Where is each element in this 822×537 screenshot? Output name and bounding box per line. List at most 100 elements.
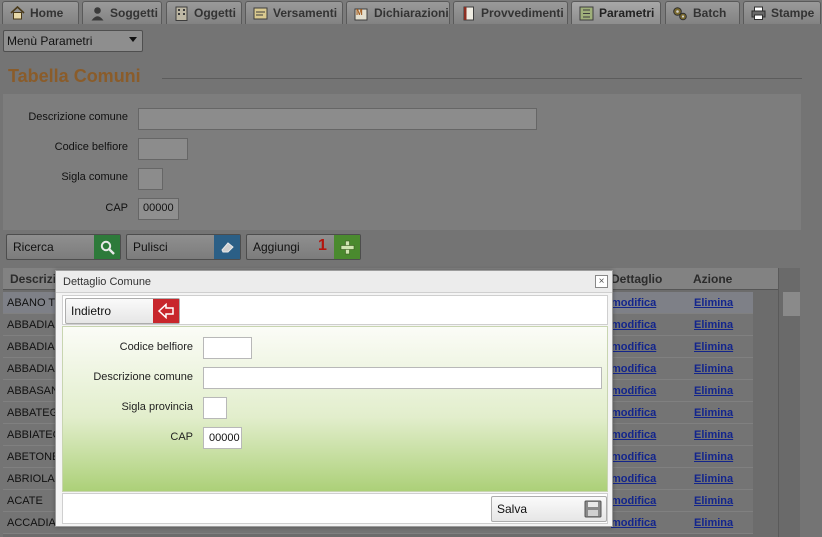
- elimina-link[interactable]: Elimina: [694, 363, 733, 375]
- book-icon: [460, 5, 476, 21]
- cap-input[interactable]: 00000: [138, 198, 179, 220]
- sigla-provincia-input[interactable]: [203, 397, 227, 419]
- elimina-link[interactable]: Elimina: [694, 385, 733, 397]
- tab-soggetti[interactable]: Soggetti: [82, 1, 162, 24]
- salva-button[interactable]: Salva: [491, 496, 607, 522]
- step-marker-1: 1: [318, 237, 327, 254]
- svg-text:M: M: [356, 8, 363, 17]
- tab-label: Soggetti: [110, 6, 158, 20]
- tab-batch[interactable]: Batch: [665, 1, 740, 24]
- sigla-comune-input[interactable]: [138, 168, 163, 190]
- codice-belfiore-input[interactable]: [203, 337, 252, 359]
- eraser-icon: [214, 235, 240, 259]
- indietro-label: Indietro: [71, 304, 112, 318]
- descrizione-comune-input[interactable]: [203, 367, 602, 389]
- aggiungi-button[interactable]: Aggiungi: [246, 234, 361, 260]
- tab-versamenti[interactable]: Versamenti: [245, 1, 343, 24]
- tab-dichiarazioni[interactable]: M Dichiarazioni: [346, 1, 450, 24]
- cap-input[interactable]: 00000: [203, 427, 242, 449]
- elimina-link[interactable]: Elimina: [694, 341, 733, 353]
- modifica-link[interactable]: modifica: [611, 495, 656, 507]
- elimina-link[interactable]: Elimina: [694, 407, 733, 419]
- modifica-link[interactable]: modifica: [611, 385, 656, 397]
- modifica-link[interactable]: modifica: [611, 451, 656, 463]
- tab-label: Parametri: [599, 6, 655, 20]
- tab-label: Home: [30, 6, 64, 20]
- row-name: ABBADIA: [7, 363, 55, 375]
- tab-label: Dichiarazioni: [374, 6, 449, 20]
- elimina-link[interactable]: Elimina: [694, 495, 733, 507]
- dialog-footer: 2 Salva: [62, 493, 608, 524]
- descrizione-comune-label: Descrizione comune: [93, 371, 193, 383]
- modifica-link[interactable]: modifica: [611, 363, 656, 375]
- row-name: ABBATEG: [7, 407, 59, 419]
- descrizione-comune-input[interactable]: [138, 108, 537, 130]
- tab-stampe[interactable]: Stampe: [743, 1, 821, 24]
- person-icon: [89, 5, 105, 21]
- plus-icon: [334, 235, 360, 259]
- back-arrow-icon: [153, 299, 179, 323]
- row-name: ABBADIA: [7, 319, 55, 331]
- home-icon: [9, 5, 25, 21]
- elimina-link[interactable]: Elimina: [694, 297, 733, 309]
- row-name: ABBASAN: [7, 385, 59, 397]
- declaration-icon: M: [353, 5, 369, 21]
- tab-label: Stampe: [771, 6, 815, 20]
- codice-belfiore-label: Codice belfiore: [54, 141, 128, 153]
- elimina-link[interactable]: Elimina: [694, 319, 733, 331]
- main-tab-bar: Home Soggetti Oggetti Versamenti M Dichi…: [0, 0, 822, 24]
- column-header-azione[interactable]: Azione: [693, 272, 732, 286]
- tab-parametri[interactable]: Parametri: [571, 1, 661, 24]
- dialog-form: Codice belfiore Descrizione comune Sigla…: [62, 326, 608, 492]
- modifica-link[interactable]: modifica: [611, 473, 656, 485]
- elimina-link[interactable]: Elimina: [694, 451, 733, 463]
- pulisci-label: Pulisci: [133, 240, 168, 254]
- search-icon: [94, 235, 120, 259]
- codice-belfiore-label: Codice belfiore: [119, 341, 193, 353]
- menu-parametri-select[interactable]: Menù Parametri: [3, 30, 143, 52]
- row-name: ABBADIA: [7, 341, 55, 353]
- grid-scrollbar-thumb[interactable]: [783, 292, 800, 316]
- modifica-link[interactable]: modifica: [611, 319, 656, 331]
- ricerca-button[interactable]: Ricerca: [6, 234, 121, 260]
- row-name: ABETONE: [7, 451, 60, 463]
- tab-label: Batch: [693, 6, 727, 20]
- modifica-link[interactable]: modifica: [611, 297, 656, 309]
- modifica-link[interactable]: modifica: [611, 407, 656, 419]
- row-name: ACCADIA: [7, 517, 56, 529]
- row-name: ABANO T: [7, 297, 56, 309]
- row-name: ABRIOLA: [7, 473, 55, 485]
- pulisci-button[interactable]: Pulisci: [126, 234, 241, 260]
- modifica-link[interactable]: modifica: [611, 429, 656, 441]
- dialog-header: Dettaglio Comune: [56, 271, 612, 293]
- cap-label: CAP: [105, 202, 128, 214]
- tab-provvedimenti[interactable]: Provvedimenti: [453, 1, 568, 24]
- tab-oggetti[interactable]: Oggetti: [166, 1, 242, 24]
- tab-home[interactable]: Home: [2, 1, 79, 24]
- codice-belfiore-input[interactable]: [138, 138, 188, 160]
- menu-select-value: Menù Parametri: [7, 34, 93, 48]
- elimina-link[interactable]: Elimina: [694, 429, 733, 441]
- close-icon[interactable]: ×: [595, 275, 608, 288]
- modifica-link[interactable]: modifica: [611, 341, 656, 353]
- parameters-icon: [578, 5, 594, 21]
- page-title: Tabella Comuni: [8, 66, 141, 86]
- elimina-link[interactable]: Elimina: [694, 473, 733, 485]
- gears-icon: [672, 5, 688, 21]
- tab-label: Provvedimenti: [481, 6, 564, 20]
- payment-icon: [252, 5, 268, 21]
- dettaglio-comune-dialog: Dettaglio Comune × Indietro Codice belfi…: [55, 270, 613, 527]
- building-icon: [173, 5, 189, 21]
- printer-icon: [750, 5, 766, 21]
- title-divider: [162, 78, 802, 79]
- row-name: ABBIATEC: [7, 429, 61, 441]
- floppy-disk-icon: [580, 497, 606, 521]
- dialog-toolbar: Indietro: [62, 295, 608, 325]
- modifica-link[interactable]: modifica: [611, 517, 656, 529]
- elimina-link[interactable]: Elimina: [694, 517, 733, 529]
- tab-label: Versamenti: [273, 6, 338, 20]
- ricerca-label: Ricerca: [13, 240, 54, 254]
- indietro-button[interactable]: Indietro: [65, 298, 180, 324]
- column-header-descrizione[interactable]: Descrizi: [10, 272, 56, 286]
- column-header-dettaglio[interactable]: Dettaglio: [611, 272, 662, 286]
